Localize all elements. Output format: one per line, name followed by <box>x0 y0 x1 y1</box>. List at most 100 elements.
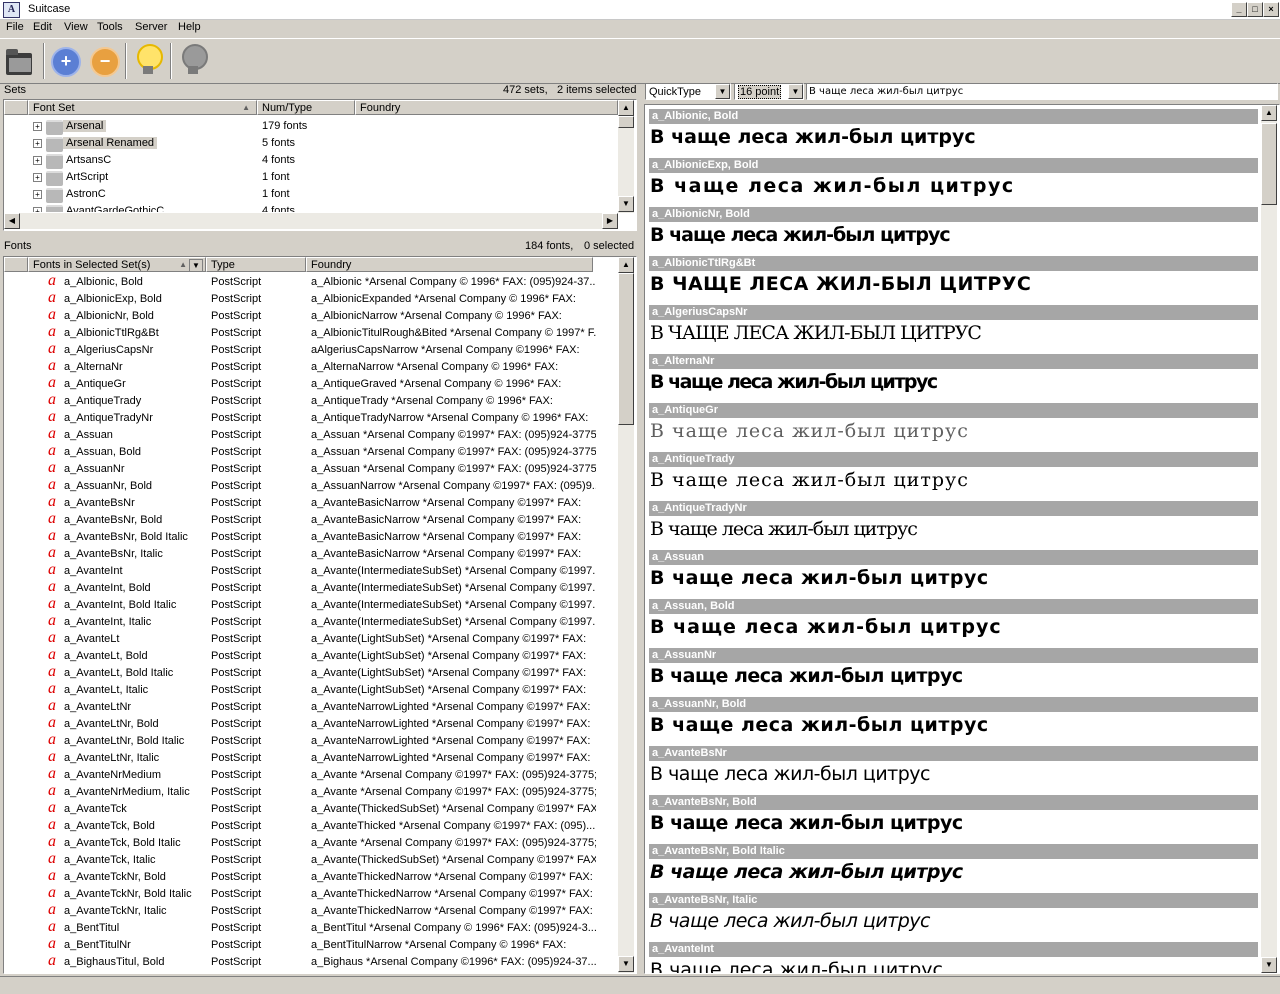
preview-font-header[interactable]: a_AvanteInt <box>649 942 1258 957</box>
menu-edit[interactable]: Edit <box>33 21 52 33</box>
point-size-select[interactable]: 16 point ▼ <box>734 83 804 100</box>
sets-hscroll[interactable]: ◀ ▶ <box>4 213 618 229</box>
font-row[interactable]: a a_AlbionicExp, Bold PostScript a_Albionic… <box>4 289 618 308</box>
font-row[interactable]: a a_Assuan, Bold PostScript a_Assuan *Arsen… <box>4 442 618 461</box>
font-row[interactable]: a a_AvanteLt, Bold Italic PostScript a_Avan… <box>4 663 618 682</box>
font-row[interactable]: a a_AvanteLt, Italic PostScript a_Avante(Li… <box>4 680 618 699</box>
font-row[interactable]: a a_AvanteTckNr, Bold Italic PostScript a_A… <box>4 884 618 903</box>
font-row[interactable]: a a_AlternaNr PostScript a_AlternaNarrow *A… <box>4 357 618 376</box>
preview-font-header[interactable]: a_AvanteBsNr, Bold <box>649 795 1258 810</box>
font-row[interactable]: a a_AvanteTck, Italic PostScript a_Avante(T… <box>4 850 618 869</box>
font-row[interactable]: a a_AntiqueTrady PostScript a_AntiqueTrady … <box>4 391 618 410</box>
scroll-up-icon[interactable]: ▲ <box>618 100 634 116</box>
font-row[interactable]: a a_AlbionicNr, Bold PostScript a_AlbionicN… <box>4 306 618 325</box>
set-row[interactable]: + Arsenal Renamed 5 fonts <box>4 135 618 152</box>
preview-font-header[interactable]: a_AssuanNr <box>649 648 1258 663</box>
deactivate-button[interactable] <box>178 39 208 81</box>
font-row[interactable]: a a_AvanteNrMedium PostScript a_Avante *Ars… <box>4 765 618 784</box>
font-row[interactable]: a a_AvanteTck, Bold Italic PostScript a_Ava… <box>4 833 618 852</box>
scroll-down-icon[interactable]: ▼ <box>618 956 634 972</box>
font-row[interactable]: a a_AvanteLtNr, Bold PostScript a_AvanteNar… <box>4 714 618 733</box>
minimize-button[interactable]: _ <box>1231 2 1247 17</box>
fonts-col-type[interactable]: Type <box>206 257 306 272</box>
set-row[interactable]: + ArtsansC 4 fonts <box>4 152 618 169</box>
preview-font-header[interactable]: a_AntiqueTrady <box>649 452 1258 467</box>
open-folder-button[interactable] <box>4 45 36 77</box>
remove-button[interactable]: − <box>90 47 120 77</box>
font-row[interactable]: a a_AvanteTckNr, Italic PostScript a_Avante… <box>4 901 618 920</box>
scroll-up-icon[interactable]: ▲ <box>618 257 634 273</box>
column-menu-icon[interactable]: ▼ <box>189 259 203 272</box>
font-row[interactable]: a a_AvanteTckNr, Bold PostScript a_AvanteTh… <box>4 867 618 886</box>
font-row[interactable]: a a_AvanteBsNr, Italic PostScript a_AvanteB… <box>4 544 618 563</box>
font-row[interactable]: a a_AvanteLtNr PostScript a_AvanteNarrowLig… <box>4 697 618 716</box>
menu-help[interactable]: Help <box>178 21 201 33</box>
font-row[interactable]: a a_BentTitulNr PostScript a_BentTitulNarro… <box>4 935 618 954</box>
expand-icon[interactable]: + <box>33 122 42 131</box>
scroll-thumb[interactable] <box>618 116 634 128</box>
scroll-thumb[interactable] <box>1261 123 1277 205</box>
sets-vscroll[interactable]: ▲ ▼ <box>618 100 634 213</box>
sample-text-input[interactable] <box>806 83 1278 100</box>
chevron-down-icon[interactable]: ▼ <box>715 84 730 99</box>
font-row[interactable]: a a_BentTitul PostScript a_BentTitul *Arsen… <box>4 918 618 937</box>
font-row[interactable]: a a_AvanteInt, Bold PostScript a_Avante(Int… <box>4 578 618 597</box>
font-row[interactable]: a a_AvanteBsNr, Bold Italic PostScript a_Av… <box>4 527 618 546</box>
font-row[interactable]: a a_AvanteLtNr, Italic PostScript a_AvanteN… <box>4 748 618 767</box>
preview-font-header[interactable]: a_AlbionicNr, Bold <box>649 207 1258 222</box>
preview-mode-select[interactable]: QuickType ▼ <box>645 83 731 100</box>
font-row[interactable]: a a_AntiqueTradyNr PostScript a_AntiqueTrad… <box>4 408 618 427</box>
preview-font-header[interactable]: a_AvanteBsNr, Italic <box>649 893 1258 908</box>
preview-vscroll[interactable]: ▲ ▼ <box>1261 105 1277 973</box>
font-row[interactable]: a a_AvanteTck, Bold PostScript a_AvanteThic… <box>4 816 618 835</box>
set-row[interactable]: + ArtScript 1 font <box>4 169 618 186</box>
menu-file[interactable]: File <box>6 21 24 33</box>
font-row[interactable]: a a_AvanteLt PostScript a_Avante(LightSubSe… <box>4 629 618 648</box>
set-row[interactable]: + Arsenal 179 fonts <box>4 118 618 135</box>
preview-font-header[interactable]: a_AlternaNr <box>649 354 1258 369</box>
preview-font-header[interactable]: a_Assuan, Bold <box>649 599 1258 614</box>
scroll-left-icon[interactable]: ◀ <box>4 213 20 229</box>
fonts-vscroll[interactable]: ▲ ▼ <box>618 257 634 973</box>
scroll-up-icon[interactable]: ▲ <box>1261 105 1277 121</box>
font-row[interactable]: a a_AntiqueGr PostScript a_AntiqueGraved *A… <box>4 374 618 393</box>
chevron-down-icon[interactable]: ▼ <box>788 84 803 99</box>
maximize-button[interactable]: □ <box>1247 2 1263 17</box>
preview-font-header[interactable]: a_AssuanNr, Bold <box>649 697 1258 712</box>
font-row[interactable]: a a_AvanteLtNr, Bold Italic PostScript a_Av… <box>4 731 618 750</box>
activate-button[interactable] <box>133 39 163 81</box>
menu-view[interactable]: View <box>64 21 88 33</box>
font-row[interactable]: a a_AssuanNr PostScript a_Assuan *Arsenal C… <box>4 459 618 478</box>
preview-font-header[interactable]: a_AvanteBsNr, Bold Italic <box>649 844 1258 859</box>
sets-col-foundry[interactable]: Foundry <box>355 100 618 115</box>
scroll-down-icon[interactable]: ▼ <box>1261 957 1277 973</box>
expand-icon[interactable]: + <box>33 139 42 148</box>
preview-font-header[interactable]: a_Albionic, Bold <box>649 109 1258 124</box>
font-row[interactable]: a a_AvanteInt PostScript a_Avante(Intermedi… <box>4 561 618 580</box>
sets-col-fontset[interactable]: Font Set ▲ <box>28 100 257 115</box>
preview-font-header[interactable]: a_AlbionicTtlRg&Bt <box>649 256 1258 271</box>
menu-tools[interactable]: Tools <box>97 21 123 33</box>
preview-font-header[interactable]: a_AlbionicExp, Bold <box>649 158 1258 173</box>
font-row[interactable]: a a_BighausTitul, Bold PostScript a_Bighaus… <box>4 952 618 971</box>
set-row[interactable]: + AvantGardeGothicC 4 fonts <box>4 203 618 212</box>
font-row[interactable]: a a_AvanteInt, Bold Italic PostScript a_Ava… <box>4 595 618 614</box>
font-row[interactable]: a a_AlbionicTtlRg&Bt PostScript a_AlbionicT… <box>4 323 618 342</box>
add-button[interactable]: + <box>51 47 81 77</box>
font-row[interactable]: a a_AvanteBsNr PostScript a_AvanteBasicNarr… <box>4 493 618 512</box>
expand-icon[interactable]: + <box>33 190 42 199</box>
font-row[interactable]: a a_AvanteTck PostScript a_Avante(ThickedSu… <box>4 799 618 818</box>
fonts-col-foundry[interactable]: Foundry <box>306 257 593 272</box>
font-row[interactable]: a a_AvanteNrMedium, Italic PostScript a_Ava… <box>4 782 618 801</box>
fonts-col-name[interactable]: Fonts in Selected Set(s) ▲ ▼ <box>28 257 206 272</box>
scroll-right-icon[interactable]: ▶ <box>602 213 618 229</box>
font-row[interactable]: a a_Albionic, Bold PostScript a_Albionic *A… <box>4 274 618 291</box>
font-row[interactable]: a a_Assuan PostScript a_Assuan *Arsenal Com… <box>4 425 618 444</box>
sets-col-numtype[interactable]: Num/Type <box>257 100 355 115</box>
preview-font-header[interactable]: a_AntiqueGr <box>649 403 1258 418</box>
font-row[interactable]: a a_AvanteLt, Bold PostScript a_Avante(Ligh… <box>4 646 618 665</box>
scroll-down-icon[interactable]: ▼ <box>618 196 634 212</box>
preview-font-header[interactable]: a_Assuan <box>649 550 1258 565</box>
scroll-thumb[interactable] <box>618 273 634 425</box>
menu-server[interactable]: Server <box>135 21 167 33</box>
